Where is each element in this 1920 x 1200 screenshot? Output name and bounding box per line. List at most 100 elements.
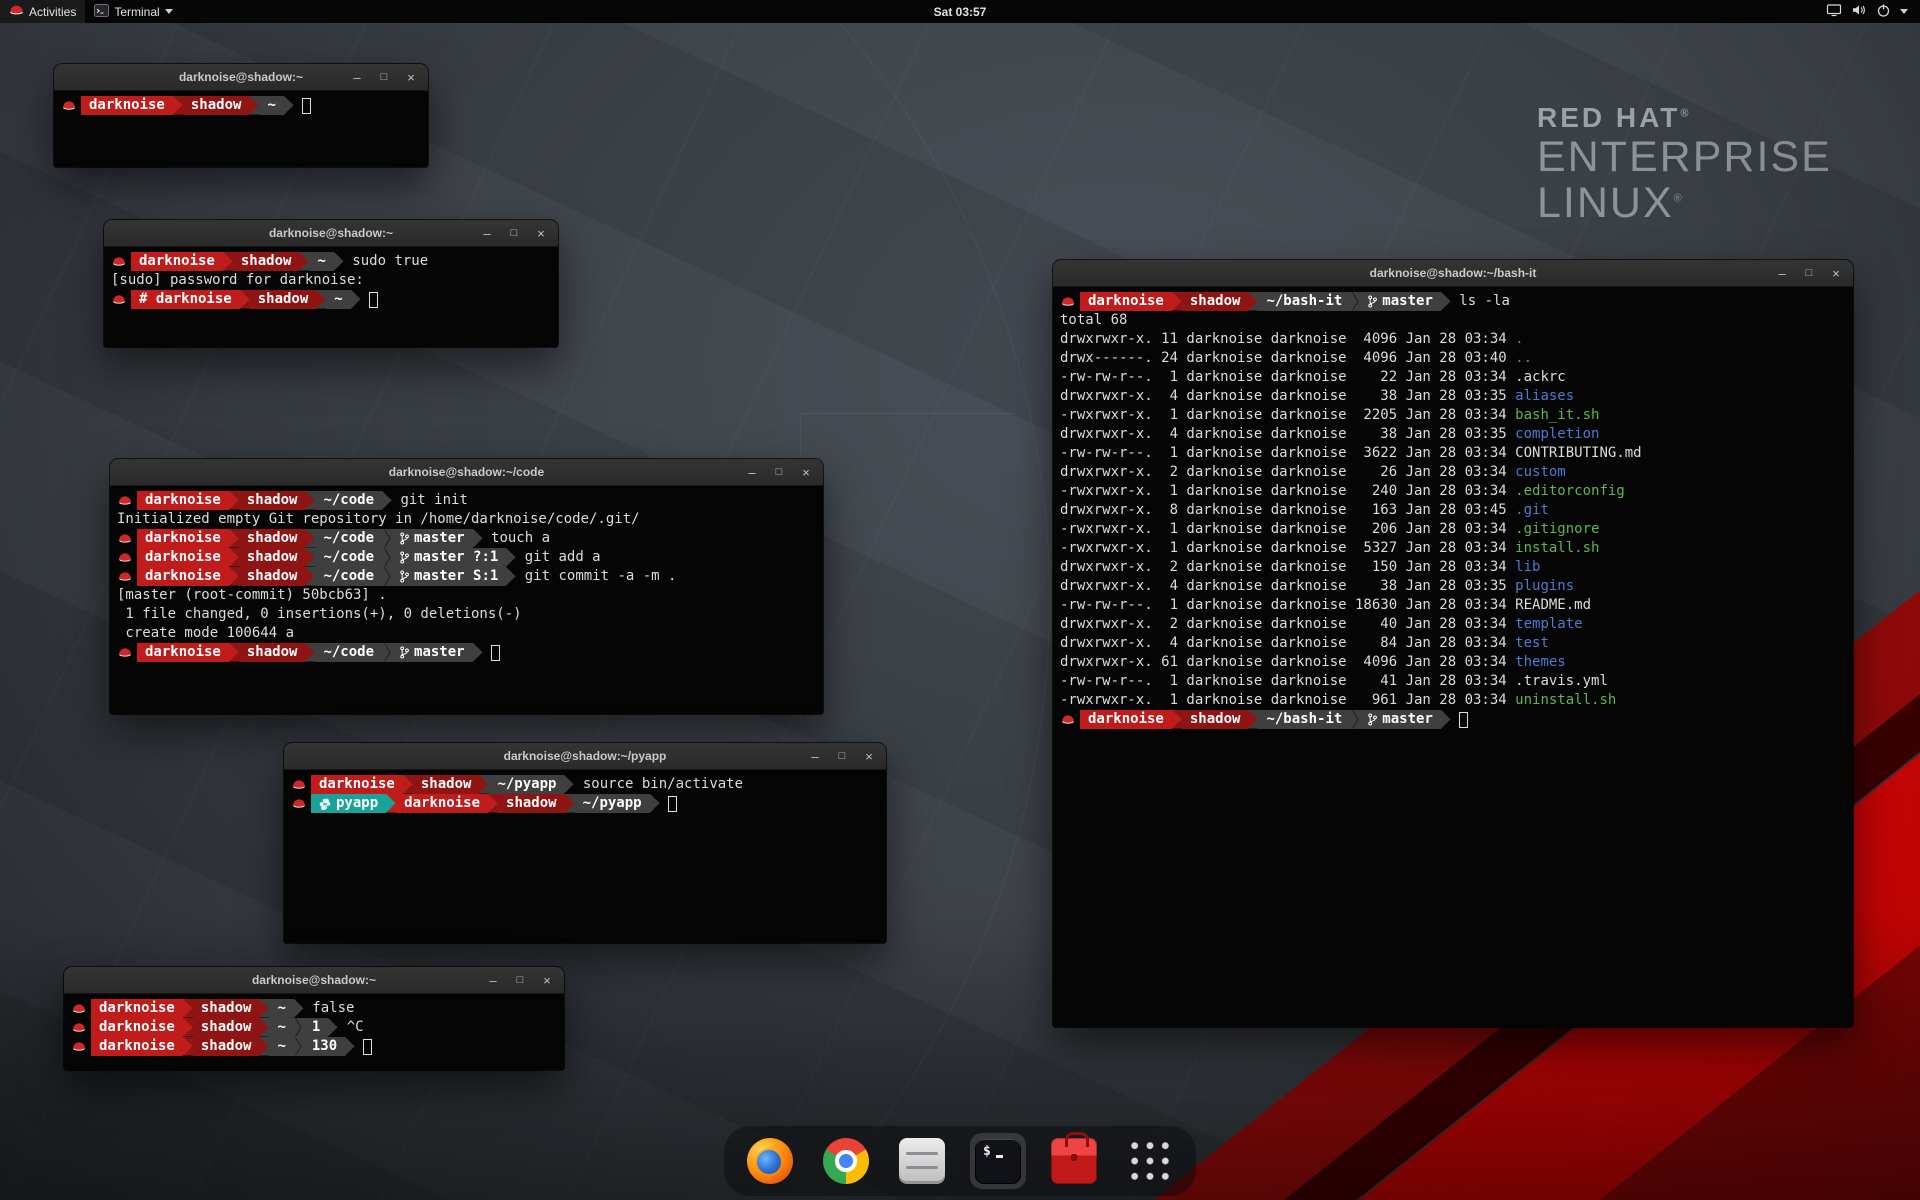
terminal-line: darknoiseshadow~130 bbox=[71, 1037, 557, 1056]
system-status-area[interactable] bbox=[1814, 0, 1920, 23]
window-titlebar[interactable]: darknoise@shadow:~–□× bbox=[54, 64, 428, 91]
firefox-dock-icon[interactable] bbox=[742, 1133, 798, 1189]
window-titlebar[interactable]: darknoise@shadow:~/code–□× bbox=[110, 459, 823, 486]
prompt-segment-path: ~ bbox=[269, 1037, 293, 1056]
terminal-body[interactable]: darknoiseshadow~ sudo true[sudo] passwor… bbox=[104, 247, 558, 347]
terminal-line: darknoiseshadow~/codemaster touch a bbox=[117, 529, 816, 548]
window-maximize-button[interactable]: □ bbox=[377, 72, 391, 83]
window-close-button[interactable]: × bbox=[404, 71, 418, 84]
files-dock-icon[interactable] bbox=[894, 1133, 950, 1189]
branch-icon bbox=[1368, 295, 1377, 308]
activities-button[interactable]: Activities bbox=[0, 0, 85, 23]
window-minimize-button[interactable]: – bbox=[486, 974, 500, 987]
terminal-window-bash-it[interactable]: darknoise@shadow:~/bash-it–□×darknoisesh… bbox=[1053, 260, 1853, 1027]
powerline-arrow-icon bbox=[259, 1018, 269, 1037]
powerline-arrow-icon bbox=[259, 999, 269, 1018]
prompt-segment-user: # darknoise bbox=[131, 290, 240, 309]
terminal-app-menu[interactable]: Terminal bbox=[85, 0, 181, 23]
branch-icon bbox=[1368, 713, 1377, 726]
terminal-window-home-2[interactable]: darknoise@shadow:~ – □ × darknoiseshadow~ fa… bbox=[64, 967, 564, 1070]
terminal-line: darknoiseshadow~/bash-itmaster bbox=[1060, 710, 1846, 729]
terminal-window-home-1[interactable]: darknoise@shadow:~–□×darknoiseshadow~ bbox=[54, 64, 428, 167]
prompt-segment-host: shadow bbox=[498, 794, 565, 813]
terminal-line: drwxrwxr-x. 2 darknoise darknoise 150 Ja… bbox=[1060, 558, 1846, 577]
terminal-line: darknoiseshadow~/codemaster S:1 git comm… bbox=[117, 567, 816, 586]
powerline-separator-icon bbox=[382, 567, 392, 586]
terminal-window-code[interactable]: darknoise@shadow:~/code–□×darknoiseshado… bbox=[110, 459, 823, 714]
powerline-arrow-icon bbox=[565, 794, 575, 813]
terminal-text: -rw-rw-r--. 1 darknoise darknoise 3622 J… bbox=[1060, 444, 1515, 463]
terminal-line: drwxrwxr-x. 11 darknoise darknoise 4096 … bbox=[1060, 330, 1846, 349]
terminal-line: drwxrwxr-x. 2 darknoise darknoise 40 Jan… bbox=[1060, 615, 1846, 634]
top-bar: Activities Terminal Sat 03:57 bbox=[0, 0, 1920, 23]
window-maximize-button[interactable]: □ bbox=[507, 228, 521, 239]
chrome-dock-icon[interactable] bbox=[818, 1133, 874, 1189]
window-minimize-button[interactable]: – bbox=[808, 750, 822, 763]
window-title: darknoise@shadow:~ bbox=[252, 973, 376, 987]
terminal-body[interactable]: darknoiseshadow~/code git initInitialize… bbox=[110, 486, 823, 714]
terminal-line: darknoiseshadow~ bbox=[61, 96, 421, 115]
prompt-segment-path: ~ bbox=[269, 999, 293, 1018]
prompt-segment-code: 130 bbox=[304, 1037, 345, 1056]
window-minimize-button[interactable]: – bbox=[480, 227, 494, 240]
window-title: darknoise@shadow:~/pyapp bbox=[504, 749, 667, 763]
terminal-text: .. bbox=[1515, 349, 1532, 368]
toolbox-dock-icon[interactable] bbox=[1046, 1133, 1102, 1189]
terminal-line: drwxrwxr-x. 4 darknoise darknoise 38 Jan… bbox=[1060, 577, 1846, 596]
powerline-arrow-icon bbox=[305, 567, 315, 586]
powerline-arrow-icon bbox=[1441, 292, 1451, 311]
powerline-arrow-icon bbox=[305, 643, 315, 662]
window-minimize-button[interactable]: – bbox=[745, 466, 759, 479]
window-close-button[interactable]: × bbox=[534, 227, 548, 240]
powerline-separator-icon bbox=[382, 529, 392, 548]
window-controls: – □ × bbox=[480, 220, 548, 246]
redhat-prompt-icon bbox=[292, 794, 306, 813]
window-maximize-button[interactable]: □ bbox=[513, 975, 527, 986]
terminal-line: drwx------. 24 darknoise darknoise 4096 … bbox=[1060, 349, 1846, 368]
terminal-text: .ackrc bbox=[1515, 368, 1566, 387]
window-close-button[interactable]: × bbox=[862, 750, 876, 763]
window-minimize-button[interactable]: – bbox=[1775, 267, 1789, 280]
terminal-line: [master (root-commit) 50bcb63] . bbox=[117, 586, 816, 605]
dock: $ bbox=[724, 1126, 1196, 1196]
powerline-arrow-icon bbox=[240, 290, 250, 309]
prompt-segment-branch: master bbox=[1360, 710, 1441, 729]
window-close-button[interactable]: × bbox=[799, 466, 813, 479]
powerline-arrow-icon bbox=[305, 529, 315, 548]
powerline-arrow-icon bbox=[382, 491, 392, 510]
prompt-segment-venv: pyapp bbox=[311, 794, 386, 813]
powerline-separator-icon bbox=[294, 1018, 304, 1037]
clock-button[interactable]: Sat 03:57 bbox=[924, 0, 997, 23]
window-close-button[interactable]: × bbox=[540, 974, 554, 987]
window-titlebar[interactable]: darknoise@shadow:~/pyapp – □ × bbox=[284, 743, 886, 770]
redhat-prompt-icon bbox=[112, 290, 126, 309]
app-grid-dock-icon[interactable] bbox=[1122, 1133, 1178, 1189]
terminal-body[interactable]: darknoiseshadow~/pyapp source bin/activa… bbox=[284, 770, 886, 943]
terminal-line: darknoiseshadow~ false bbox=[71, 999, 557, 1018]
window-close-button[interactable]: × bbox=[1829, 267, 1843, 280]
window-controls: – □ × bbox=[350, 64, 418, 90]
redhat-logo-icon bbox=[9, 4, 24, 19]
prompt-segment-branch: master bbox=[1360, 292, 1441, 311]
window-minimize-button[interactable]: – bbox=[350, 71, 364, 84]
window-titlebar[interactable]: darknoise@shadow:~ – □ × bbox=[64, 967, 564, 994]
terminal-text: source bin/activate bbox=[574, 775, 743, 794]
prompt-segment-host: shadow bbox=[193, 1037, 260, 1056]
terminal-dock-icon[interactable]: $ bbox=[970, 1133, 1026, 1189]
terminal-window-sudo[interactable]: darknoise@shadow:~–□×darknoiseshadow~ su… bbox=[104, 220, 558, 347]
python-icon bbox=[319, 798, 331, 810]
window-titlebar[interactable]: darknoise@shadow:~/bash-it–□× bbox=[1053, 260, 1853, 287]
window-titlebar[interactable]: darknoise@shadow:~–□× bbox=[104, 220, 558, 247]
terminal-text: drwxrwxr-x. 4 darknoise darknoise 38 Jan… bbox=[1060, 577, 1515, 596]
window-maximize-button[interactable]: □ bbox=[772, 467, 786, 478]
terminal-body[interactable]: darknoiseshadow~/bash-itmaster ls -latot… bbox=[1053, 287, 1853, 1027]
window-maximize-button[interactable]: □ bbox=[835, 751, 849, 762]
terminal-window-pyapp[interactable]: darknoise@shadow:~/pyapp – □ × darknoiseshad… bbox=[284, 743, 886, 943]
terminal-body[interactable]: darknoiseshadow~ falsedarknoiseshadow~1 … bbox=[64, 994, 564, 1070]
prompt-segment-path: ~/code bbox=[315, 529, 382, 548]
window-maximize-button[interactable]: □ bbox=[1802, 268, 1816, 279]
terminal-body[interactable]: darknoiseshadow~ bbox=[54, 91, 428, 167]
powerline-arrow-icon bbox=[473, 529, 483, 548]
powerline-separator-icon bbox=[382, 548, 392, 567]
powerline-separator-icon bbox=[294, 1037, 304, 1056]
